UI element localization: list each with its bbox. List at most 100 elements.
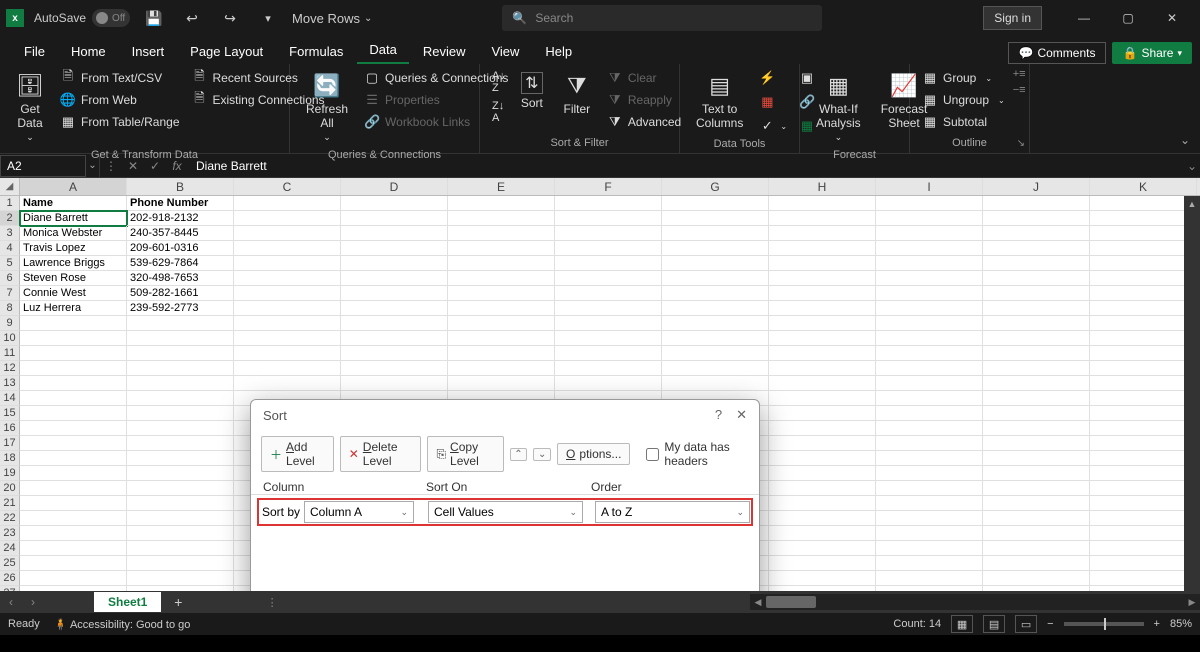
cell[interactable] bbox=[555, 286, 662, 301]
group-button[interactable]: ▦Group⌄ bbox=[918, 68, 1009, 88]
cell[interactable] bbox=[1090, 586, 1197, 591]
cell[interactable] bbox=[20, 496, 127, 511]
cell[interactable] bbox=[769, 466, 876, 481]
cell[interactable] bbox=[876, 451, 983, 466]
cell[interactable]: Travis Lopez bbox=[20, 241, 127, 256]
cell[interactable] bbox=[341, 376, 448, 391]
cell[interactable] bbox=[20, 376, 127, 391]
cell[interactable] bbox=[341, 301, 448, 316]
formula-expand-icon[interactable]: ⌄ bbox=[1184, 159, 1200, 173]
cell[interactable] bbox=[876, 256, 983, 271]
cell[interactable] bbox=[234, 361, 341, 376]
cell[interactable] bbox=[769, 196, 876, 211]
cell[interactable]: Luz Herrera bbox=[20, 301, 127, 316]
cell[interactable] bbox=[662, 316, 769, 331]
cell[interactable] bbox=[876, 391, 983, 406]
tab-insert[interactable]: Insert bbox=[120, 39, 177, 64]
cell[interactable]: Lawrence Briggs bbox=[20, 256, 127, 271]
column-header[interactable]: H bbox=[769, 178, 876, 195]
cell[interactable] bbox=[769, 346, 876, 361]
cell[interactable] bbox=[127, 346, 234, 361]
cell[interactable] bbox=[769, 571, 876, 586]
sort-az-button[interactable]: A↓Z bbox=[488, 68, 509, 96]
cell[interactable] bbox=[448, 241, 555, 256]
close-icon[interactable]: ✕ bbox=[1150, 0, 1194, 36]
cell[interactable] bbox=[876, 421, 983, 436]
tab-home[interactable]: Home bbox=[59, 39, 118, 64]
cell[interactable]: Phone Number bbox=[127, 196, 234, 211]
text-to-columns-button[interactable]: ▤ Text to Columns bbox=[688, 68, 751, 134]
hide-detail-icon[interactable]: −≡ bbox=[1013, 84, 1026, 96]
cell[interactable] bbox=[127, 406, 234, 421]
cell[interactable] bbox=[234, 241, 341, 256]
cell[interactable] bbox=[234, 211, 341, 226]
row-header[interactable]: 27 bbox=[0, 586, 20, 591]
cell[interactable] bbox=[876, 286, 983, 301]
zoom-level[interactable]: 85% bbox=[1170, 618, 1192, 630]
ribbon-collapse-icon[interactable]: ⌄ bbox=[1180, 133, 1190, 147]
cell[interactable] bbox=[1090, 376, 1197, 391]
row-header[interactable]: 22 bbox=[0, 511, 20, 526]
cell[interactable] bbox=[555, 211, 662, 226]
from-web-button[interactable]: 🌐From Web bbox=[56, 90, 184, 110]
tab-review[interactable]: Review bbox=[411, 39, 478, 64]
cell[interactable] bbox=[1090, 241, 1197, 256]
cell[interactable] bbox=[448, 211, 555, 226]
cell[interactable] bbox=[983, 556, 1090, 571]
cell[interactable] bbox=[769, 391, 876, 406]
cell[interactable] bbox=[983, 346, 1090, 361]
accessibility-status[interactable]: 🧍 Accessibility: Good to go bbox=[54, 618, 191, 631]
sort-button[interactable]: ⇅ Sort bbox=[513, 68, 551, 114]
cell[interactable] bbox=[662, 271, 769, 286]
cell[interactable]: 509-282-1661 bbox=[127, 286, 234, 301]
cell[interactable] bbox=[555, 271, 662, 286]
data-validation-button[interactable]: ✓⌄ bbox=[755, 116, 791, 136]
my-data-headers-checkbox[interactable]: My data has headers bbox=[646, 440, 749, 468]
cell[interactable] bbox=[662, 361, 769, 376]
cell[interactable] bbox=[127, 331, 234, 346]
sort-on-select[interactable]: Cell Values⌄ bbox=[428, 501, 583, 523]
cell[interactable] bbox=[555, 196, 662, 211]
cell[interactable] bbox=[1090, 391, 1197, 406]
cell[interactable] bbox=[1090, 286, 1197, 301]
spreadsheet-grid[interactable]: ◢ ABCDEFGHIJK 1NamePhone Number2Diane Ba… bbox=[0, 178, 1200, 591]
cell[interactable] bbox=[127, 316, 234, 331]
cell[interactable] bbox=[448, 331, 555, 346]
cell[interactable] bbox=[876, 496, 983, 511]
cell[interactable] bbox=[662, 256, 769, 271]
cell[interactable] bbox=[341, 271, 448, 286]
row-header[interactable]: 14 bbox=[0, 391, 20, 406]
cell[interactable] bbox=[341, 361, 448, 376]
cell[interactable] bbox=[983, 196, 1090, 211]
row-header[interactable]: 4 bbox=[0, 241, 20, 256]
subtotal-button[interactable]: ▦Subtotal bbox=[918, 112, 1009, 132]
cell[interactable] bbox=[20, 481, 127, 496]
cell[interactable] bbox=[1090, 526, 1197, 541]
cell[interactable] bbox=[769, 286, 876, 301]
column-header[interactable]: F bbox=[555, 178, 662, 195]
cell[interactable] bbox=[876, 376, 983, 391]
cell[interactable] bbox=[876, 541, 983, 556]
cell[interactable] bbox=[1090, 571, 1197, 586]
cell[interactable] bbox=[127, 541, 234, 556]
row-header[interactable]: 20 bbox=[0, 481, 20, 496]
column-header[interactable]: B bbox=[127, 178, 234, 195]
cell[interactable] bbox=[1090, 511, 1197, 526]
cell[interactable] bbox=[1090, 316, 1197, 331]
share-button[interactable]: 🔒Share▾ bbox=[1112, 42, 1192, 64]
cell[interactable] bbox=[876, 466, 983, 481]
cell[interactable]: 239-592-2773 bbox=[127, 301, 234, 316]
qat-customize-icon[interactable]: ▾ bbox=[254, 4, 282, 32]
cell[interactable] bbox=[341, 241, 448, 256]
row-header[interactable]: 10 bbox=[0, 331, 20, 346]
cell[interactable] bbox=[341, 196, 448, 211]
cell[interactable] bbox=[876, 526, 983, 541]
cell[interactable] bbox=[127, 421, 234, 436]
cell[interactable] bbox=[234, 316, 341, 331]
cell[interactable] bbox=[341, 346, 448, 361]
cell[interactable] bbox=[1090, 256, 1197, 271]
tab-formulas[interactable]: Formulas bbox=[277, 39, 355, 64]
clear-button[interactable]: ⧩Clear bbox=[603, 68, 685, 88]
cell[interactable] bbox=[555, 301, 662, 316]
zoom-in-icon[interactable]: + bbox=[1154, 618, 1160, 630]
